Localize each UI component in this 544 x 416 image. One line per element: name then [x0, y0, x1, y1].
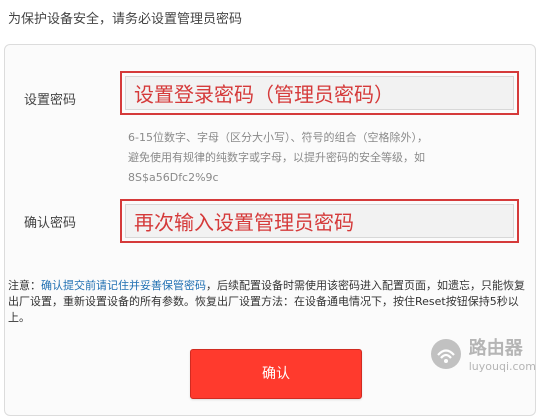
watermark-title: 路由器: [468, 338, 523, 359]
confirm-password-field[interactable]: 再次输入设置管理员密码: [120, 199, 519, 243]
hint-line: 8S$a56Dfc2%9c: [128, 171, 219, 184]
note-prefix: 注意：: [8, 279, 41, 292]
watermark-url: luyouqi.com: [468, 360, 536, 373]
page-title: 为保护设备安全，请务必设置管理员密码: [8, 12, 243, 27]
set-password-label: 设置密码: [24, 93, 77, 108]
confirm-password-annotation: 再次输入设置管理员密码: [134, 210, 354, 235]
note-link: 确认提交前请记住并妥善保管密码: [41, 279, 206, 292]
attention-note: 注意：确认提交前请记住并妥善保管密码，后续配置设备时需使用该密码进入配置页面，如…: [8, 278, 528, 326]
router-logo-icon: [430, 338, 461, 369]
set-password-annotation: 设置登录密码（管理员密码）: [134, 82, 394, 107]
set-password-field[interactable]: 设置登录密码（管理员密码）: [120, 71, 519, 115]
hint-line: 避免使用有规律的纯数字或字母，以提升密码的安全等级，如: [128, 151, 425, 164]
password-hint: 6-15位数字、字母（区分大小写）、符号的组合（空格除外）， 避免使用有规律的纯…: [128, 128, 522, 188]
confirm-password-label: 确认密码: [24, 216, 77, 231]
hint-line: 6-15位数字、字母（区分大小写）、符号的组合（空格除外），: [128, 131, 428, 144]
confirm-button[interactable]: 确认: [190, 349, 362, 399]
watermark: 路由器 luyouqi.com: [429, 334, 536, 373]
